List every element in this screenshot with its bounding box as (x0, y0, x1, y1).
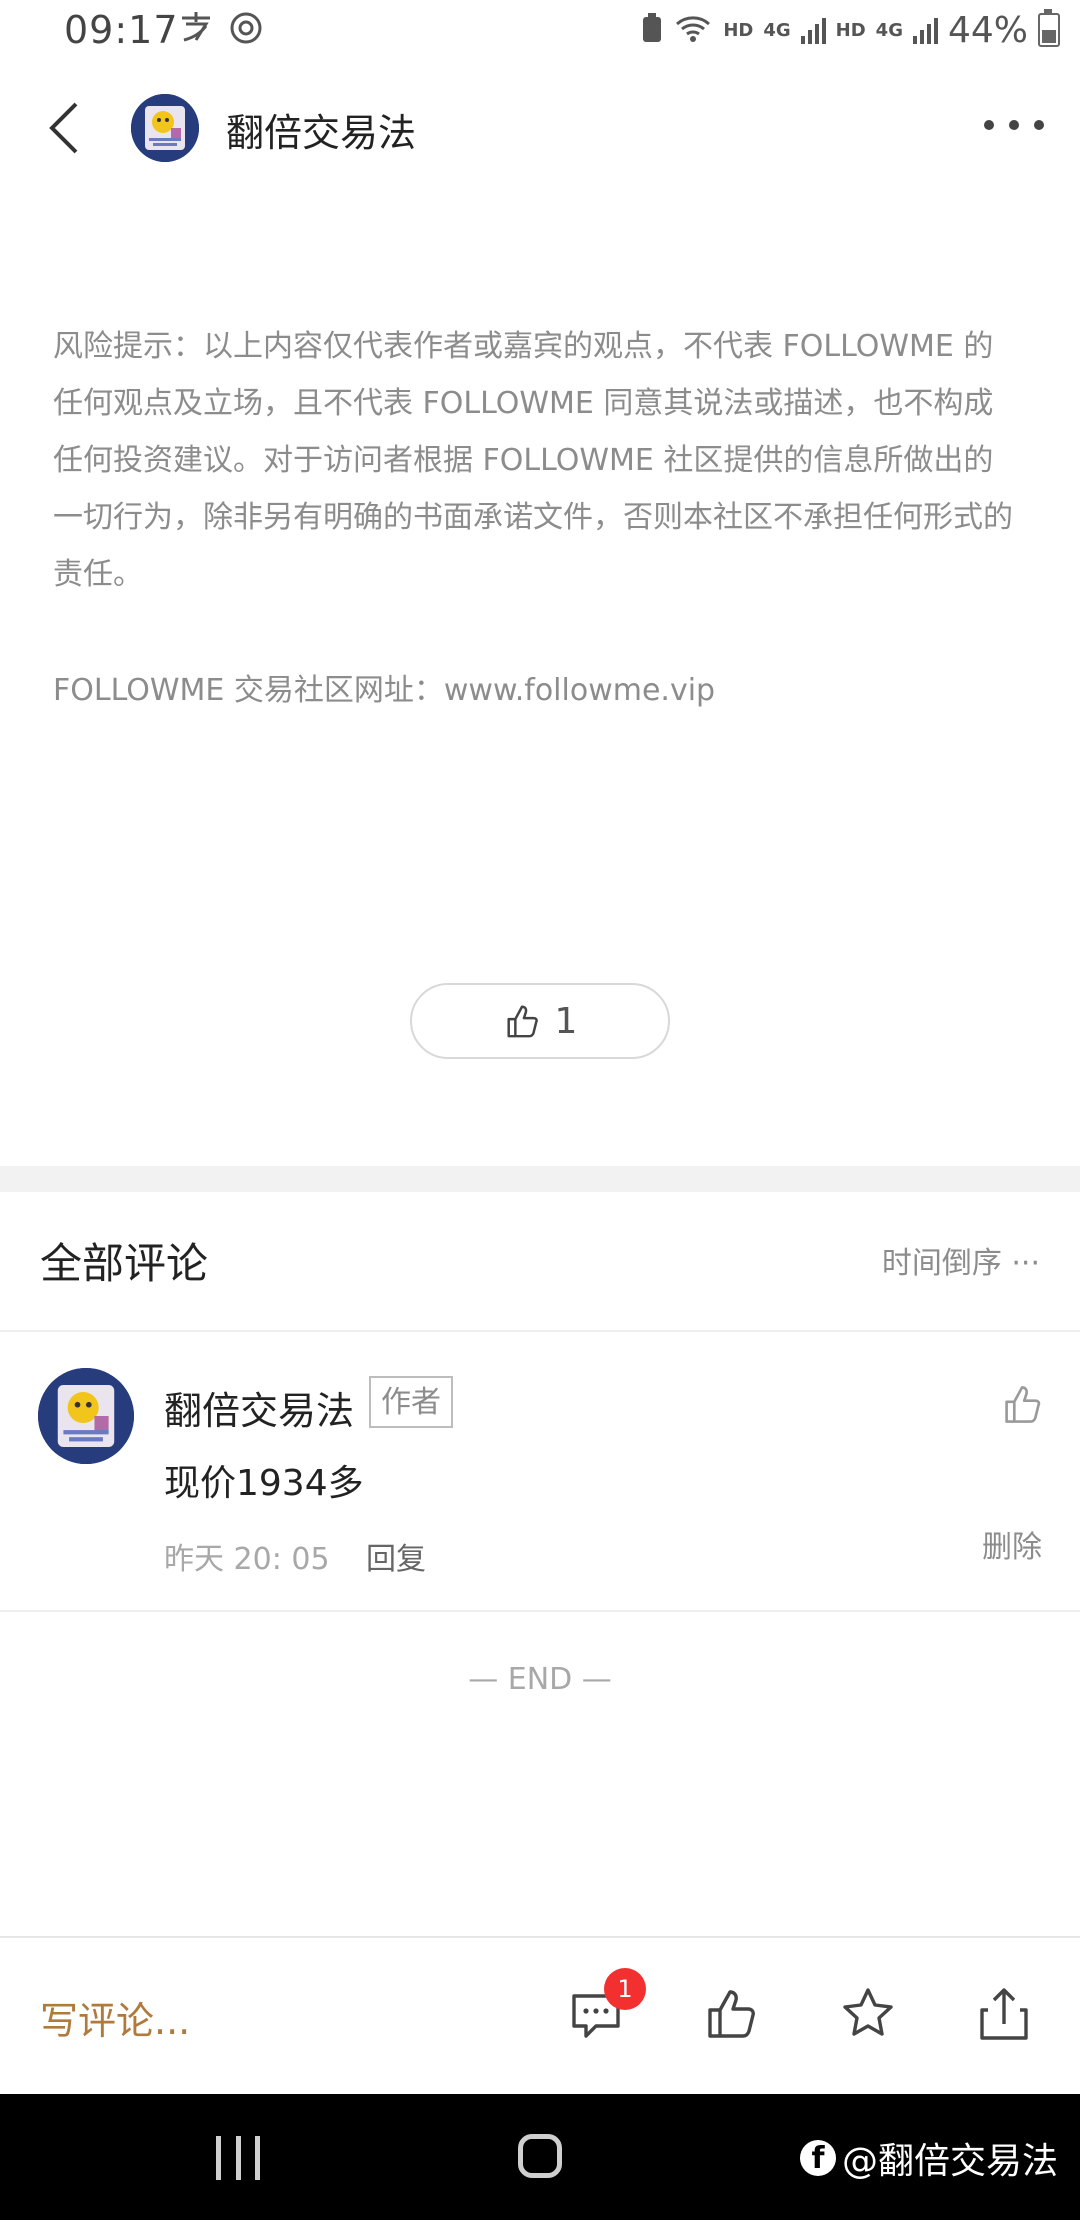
battery-saver-icon (641, 12, 663, 48)
hd-label-2: HD (835, 19, 866, 41)
facebook-logo-icon: f (800, 2140, 836, 2176)
watermark-text: @翻倍交易法 (842, 2141, 1059, 2182)
app-notification-icon (228, 10, 264, 54)
divider (0, 1330, 1080, 1332)
system-nav-bar: f @翻倍交易法 (0, 2094, 1080, 2220)
comment-text: 现价1934多 (164, 1463, 364, 1504)
more-options-button[interactable] (984, 100, 1044, 150)
star-icon (843, 1988, 893, 2036)
comment-like-button[interactable] (1000, 1382, 1044, 1426)
bottom-action-bar: 写评论... 1 (0, 1936, 1080, 2096)
risk-disclaimer: 风险提示：以上内容仅代表作者或嘉宾的观点，不代表 FOLLOWME 的任何观点及… (53, 329, 1013, 592)
top-header: 翻倍交易法 (0, 80, 1080, 176)
status-icons: HD 4G HD 4G 44% (641, 6, 1060, 54)
comments-title: 全部评论 (40, 1239, 209, 1288)
share-icon (980, 1988, 1028, 2040)
community-site-text: FOLLOWME 交易社区网址：www.followme.vip (53, 673, 716, 708)
thumbs-up-icon (708, 1990, 755, 2038)
battery-icon (1038, 9, 1060, 47)
thumbs-up-icon (507, 1005, 538, 1038)
avatar[interactable] (131, 94, 199, 162)
status-bar: 09:17 HD 4G HD 4G 44% (0, 0, 1080, 64)
sort-order-button[interactable]: 时间倒序 ··· (882, 1238, 1040, 1282)
reply-button[interactable]: 回复 (366, 1534, 426, 1578)
author-badge: 作者 (369, 1376, 453, 1428)
back-button[interactable] (44, 100, 84, 156)
comment-time: 昨天 20: 05 (164, 1542, 330, 1577)
favorite-button[interactable] (838, 1984, 898, 2044)
alipay-icon (178, 10, 214, 52)
network-type-2: 4G (875, 19, 903, 41)
article-like-button[interactable]: 1 (410, 983, 670, 1059)
dot-icon (1009, 120, 1019, 130)
dot-icon (984, 120, 994, 130)
comment-author[interactable]: 翻倍交易法 (164, 1380, 354, 1435)
watermark: f @翻倍交易法 (800, 2132, 1058, 2184)
divider (0, 1610, 1080, 1612)
signal-icon (800, 16, 826, 44)
chevron-left-icon (49, 102, 78, 154)
network-type-1: 4G (763, 19, 791, 41)
recent-apps-button[interactable] (216, 2136, 260, 2180)
battery-percent: 44% (947, 9, 1028, 51)
thumbs-up-icon (1005, 1386, 1041, 1423)
hd-label-1: HD (723, 19, 754, 41)
home-button[interactable] (518, 2134, 562, 2178)
section-divider (0, 1166, 1080, 1192)
signal-icon (912, 16, 938, 44)
delete-button[interactable]: 删除 (982, 1522, 1042, 1566)
like-count: 1 (554, 1000, 578, 1042)
end-marker: — END — (468, 1662, 612, 1697)
write-comment-input[interactable]: 写评论... (40, 1990, 190, 2045)
like-button[interactable] (702, 1984, 762, 2044)
status-time: 09:17 (64, 8, 179, 52)
share-button[interactable] (974, 1984, 1034, 2044)
comment-avatar[interactable] (38, 1368, 134, 1464)
wifi-icon (673, 12, 713, 48)
page-title: 翻倍交易法 (226, 111, 417, 155)
comment-count-badge: 1 (604, 1968, 646, 2010)
dot-icon (1034, 120, 1044, 130)
